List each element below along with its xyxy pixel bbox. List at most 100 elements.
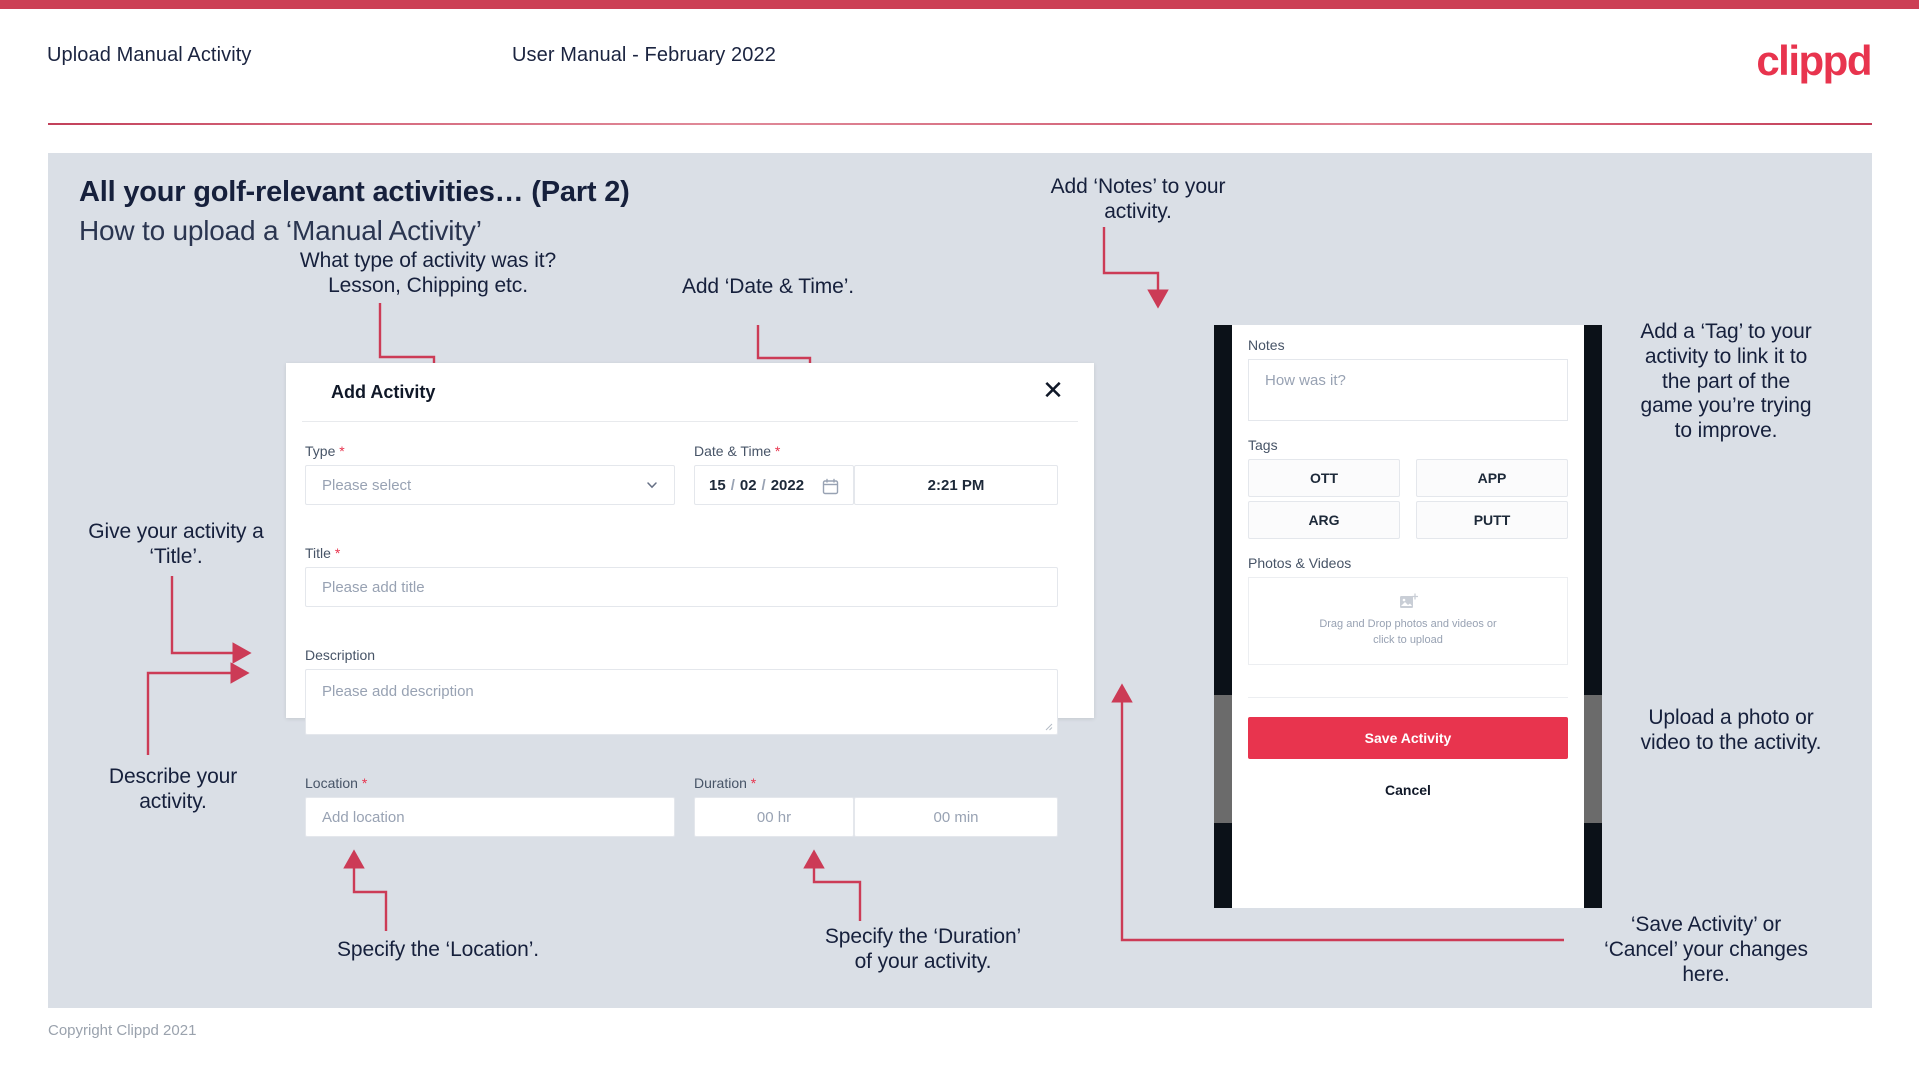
tags-label: Tags [1248, 437, 1278, 453]
date-separator-1: / [730, 476, 735, 494]
annotation-save-line3: here. [1682, 962, 1730, 986]
location-label-text: Location [305, 775, 358, 791]
description-placeholder: Please add description [322, 683, 474, 700]
datetime-label-text: Date & Time [694, 443, 772, 459]
time-input[interactable]: 2:21 PM [854, 465, 1058, 505]
header-divider [48, 123, 1872, 125]
photo-dropzone[interactable]: Drag and Drop photos and videos or click… [1248, 577, 1568, 665]
phone-mockup: Notes How was it? Tags OTT APP ARG PUTT [1214, 325, 1602, 908]
required-marker: * [330, 545, 341, 561]
annotation-save-line1: ‘Save Activity’ or [1630, 913, 1782, 936]
slide-page: Upload Manual Activity User Manual - Feb… [0, 0, 1919, 1079]
duration-hours-input[interactable]: 00 hr [694, 797, 854, 837]
annotation-title-line2: ‘Title’. [149, 544, 203, 568]
annotation-tag-line2: activity to link it to [1644, 344, 1808, 368]
annotation-location: Specify the ‘Location’. [308, 938, 568, 963]
description-textarea[interactable]: Please add description [305, 669, 1058, 735]
annotation-notes: Add ‘Notes’ to your activity. [1023, 175, 1253, 225]
annotation-notes-line2: activity. [1104, 199, 1172, 223]
clippd-logo: clippd [1756, 37, 1872, 84]
annotation-upload-line2: video to the activity. [1640, 730, 1822, 754]
date-month: 02 [739, 476, 757, 494]
tag-label: OTT [1310, 470, 1338, 486]
add-activity-modal: Add Activity ✕ Type * Please select Date… [286, 363, 1094, 837]
required-marker: * [746, 775, 757, 791]
annotation-type-line1: What type of activity was it? [299, 249, 557, 272]
description-field-label: Description [305, 647, 375, 663]
annotation-duration-line2: of your activity. [854, 949, 992, 973]
header-title: Upload Manual Activity [47, 44, 252, 66]
time-value: 2:21 PM [927, 476, 985, 494]
duration-field-label: Duration * [694, 775, 756, 791]
resize-handle-icon[interactable] [1043, 721, 1053, 731]
date-input[interactable]: 15 / 02 / 2022 [694, 465, 854, 505]
modal-title: Add Activity [331, 382, 436, 402]
required-marker: * [771, 443, 781, 459]
date-day: 15 [709, 476, 726, 494]
annotation-location-line1: Specify the ‘Location’. [337, 938, 539, 961]
notes-placeholder: How was it? [1265, 372, 1346, 389]
date-separator-2: / [761, 476, 766, 494]
duration-minutes-placeholder: 00 min [933, 808, 979, 826]
phone-volume-buttons-left [1214, 695, 1232, 823]
top-accent-bar [0, 0, 1919, 9]
calendar-icon[interactable] [822, 478, 839, 495]
annotation-save-line2: ‘Cancel’ your changes [1604, 937, 1808, 961]
phone-volume-buttons-right [1584, 695, 1602, 823]
add-image-icon [1399, 593, 1418, 609]
cancel-label: Cancel [1385, 782, 1431, 798]
duration-minutes-input[interactable]: 00 min [854, 797, 1058, 837]
tag-label: PUTT [1473, 512, 1511, 528]
annotation-describe-line1: Describe your [108, 765, 238, 788]
annotation-datetime: Add ‘Date & Time’. [638, 275, 898, 300]
slide-title: All your golf-relevant activities… (Part… [79, 176, 630, 208]
title-label-text: Title [305, 545, 331, 561]
title-input[interactable]: Please add title [305, 567, 1058, 607]
description-label-text: Description [305, 647, 376, 663]
slide-body: All your golf-relevant activities… (Part… [48, 153, 1872, 1008]
photos-label: Photos & Videos [1248, 555, 1352, 571]
chevron-down-icon [647, 482, 657, 489]
cancel-button[interactable]: Cancel [1248, 773, 1568, 807]
annotation-notes-line1: Add ‘Notes’ to your [1050, 175, 1226, 198]
tag-label: APP [1477, 470, 1507, 486]
close-icon[interactable]: ✕ [1038, 376, 1068, 406]
required-marker: * [357, 775, 368, 791]
annotation-describe: Describe your activity. [58, 765, 288, 815]
datetime-field-label: Date & Time * [694, 443, 780, 459]
annotation-title: Give your activity a ‘Title’. [56, 520, 296, 570]
annotation-duration: Specify the ‘Duration’ of your activity. [788, 925, 1058, 975]
annotation-type-line2: Lesson, Chipping etc. [328, 273, 528, 297]
type-select[interactable]: Please select [305, 465, 675, 505]
date-year: 2022 [770, 476, 805, 494]
annotation-datetime-line1: Add ‘Date & Time’. [681, 275, 855, 298]
annotation-tag-line5: to improve. [1674, 419, 1778, 443]
save-activity-label: Save Activity [1364, 730, 1452, 746]
annotation-upload: Upload a photo or video to the activity. [1606, 706, 1856, 756]
tag-button-putt[interactable]: PUTT [1416, 501, 1568, 539]
annotation-upload-line1: Upload a photo or [1648, 706, 1814, 729]
annotation-save: ‘Save Activity’ or ‘Cancel’ your changes… [1566, 913, 1846, 987]
tag-button-arg[interactable]: ARG [1248, 501, 1400, 539]
tag-button-app[interactable]: APP [1416, 459, 1568, 497]
title-placeholder: Please add title [322, 578, 425, 596]
dropzone-line1: Drag and Drop photos and videos or [1319, 618, 1497, 631]
footer-copyright: Copyright Clippd 2021 [48, 1022, 197, 1039]
required-marker: * [335, 443, 345, 459]
location-field-label: Location * [305, 775, 367, 791]
annotation-tag: Add a ‘Tag’ to your activity to link it … [1606, 320, 1846, 444]
modal-divider [302, 421, 1078, 422]
dropzone-line2: click to upload [1373, 634, 1443, 646]
notes-input[interactable]: How was it? [1248, 359, 1568, 421]
annotation-tag-line3: the part of the [1661, 369, 1791, 393]
phone-screen: Notes How was it? Tags OTT APP ARG PUTT [1232, 325, 1584, 908]
duration-hours-placeholder: 00 hr [756, 808, 792, 826]
title-field-label: Title * [305, 545, 340, 561]
annotation-title-line1: Give your activity a [88, 520, 264, 543]
save-activity-button[interactable]: Save Activity [1248, 717, 1568, 759]
annotation-tag-line1: Add a ‘Tag’ to your [1640, 320, 1812, 343]
location-input[interactable]: Add location [305, 797, 675, 837]
slide-subtitle: How to upload a ‘Manual Activity’ [79, 215, 482, 246]
header-subtitle: User Manual - February 2022 [512, 44, 776, 66]
tag-button-ott[interactable]: OTT [1248, 459, 1400, 497]
